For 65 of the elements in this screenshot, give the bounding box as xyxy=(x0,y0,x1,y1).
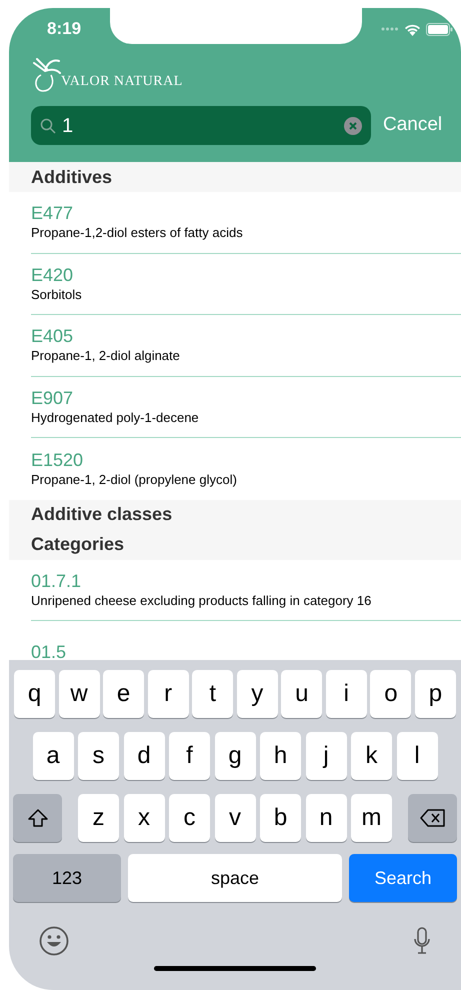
item-name: Hydrogenated poly-1-decene xyxy=(31,408,200,427)
keyboard-key[interactable]: i xyxy=(326,670,367,718)
item-name: Propane-1, 2-diol (propylene glycol) xyxy=(31,470,238,489)
item-name: Unripened cheese excluding products falling in category 16 xyxy=(31,592,372,610)
space-key[interactable]: space xyxy=(128,854,342,902)
keyboard-key[interactable]: l xyxy=(396,732,438,780)
emoji-icon xyxy=(39,926,69,956)
item-code: E405 xyxy=(31,325,74,348)
keyboard-key[interactable]: u xyxy=(281,670,322,718)
keyboard-key[interactable]: m xyxy=(351,794,392,842)
list-item[interactable]: E405 Propane-1, 2-diol alginate xyxy=(31,315,461,376)
microphone-icon xyxy=(413,927,431,955)
item-code: E907 xyxy=(31,386,74,409)
wifi-icon xyxy=(404,22,421,36)
section-title: Additive classes xyxy=(31,503,172,526)
keyboard-key[interactable]: v xyxy=(214,794,256,842)
backspace-icon xyxy=(420,809,446,827)
keyboard-key[interactable]: j xyxy=(306,732,346,780)
shift-key[interactable] xyxy=(13,794,62,842)
numbers-key[interactable]: 123 xyxy=(13,854,121,902)
list-item[interactable]: E477 Propane-1,2-diol esters of fatty acids xyxy=(31,192,461,254)
section-title: Additives xyxy=(31,166,112,188)
keyboard-key[interactable]: b xyxy=(260,794,301,842)
search-input[interactable]: 1 xyxy=(62,110,338,140)
list-item[interactable]: E907 Hydrogenated poly-1-decene xyxy=(31,376,461,438)
search-key[interactable]: Search xyxy=(349,854,457,902)
keyboard-key[interactable]: d xyxy=(124,732,164,780)
keyboard-key[interactable]: y xyxy=(236,670,278,718)
backspace-key[interactable] xyxy=(408,794,457,842)
keyboard-key[interactable]: z xyxy=(78,794,119,842)
list-item[interactable]: E1520 Propane-1, 2-diol (propylene glycol) xyxy=(31,438,461,500)
keyboard-key[interactable]: w xyxy=(58,670,100,718)
section-title: Categories xyxy=(31,533,124,556)
search-icon xyxy=(40,118,56,134)
keyboard-key[interactable]: n xyxy=(306,794,346,842)
shift-icon xyxy=(26,808,48,828)
keyboard-key[interactable]: f xyxy=(169,732,210,780)
keyboard-key[interactable]: a xyxy=(32,732,74,780)
list-item[interactable]: 01.7.1 Unripened cheese excluding products falling in category 16 xyxy=(31,560,461,621)
item-name: Propane-1, 2-diol alginate xyxy=(31,347,181,366)
list-item[interactable]: E420 Sorbitols xyxy=(31,254,461,315)
keyboard-key[interactable]: q xyxy=(14,670,55,718)
keyboard-key[interactable]: s xyxy=(78,732,119,780)
status-time: 8:19 xyxy=(47,18,82,40)
item-name: Propane-1,2-diol esters of fatty acids xyxy=(31,224,244,242)
keyboard-key[interactable]: o xyxy=(370,670,412,718)
signal-icon xyxy=(381,27,399,31)
keyboard-key[interactable]: k xyxy=(351,732,392,780)
item-code: 01.5 xyxy=(31,640,68,663)
item-code: E477 xyxy=(31,202,74,224)
keyboard-key[interactable]: r xyxy=(148,670,189,718)
keyboard-key[interactable]: x xyxy=(124,794,164,842)
keyboard-key[interactable]: t xyxy=(192,670,234,718)
battery-icon xyxy=(426,22,453,36)
keyboard-key[interactable]: c xyxy=(169,794,210,842)
keyboard-key[interactable]: p xyxy=(414,670,456,718)
keyboard-key[interactable]: g xyxy=(214,732,256,780)
logo-text: VALOR NATURAL xyxy=(61,72,183,90)
keyboard-key[interactable]: e xyxy=(103,670,144,718)
item-code: 01.7.1 xyxy=(31,570,82,592)
item-code: E1520 xyxy=(31,448,84,471)
keyboard-key[interactable]: h xyxy=(260,732,301,780)
search-field[interactable]: 1 xyxy=(31,106,371,145)
item-code: E420 xyxy=(31,264,74,286)
item-name: Sorbitols xyxy=(31,286,83,304)
